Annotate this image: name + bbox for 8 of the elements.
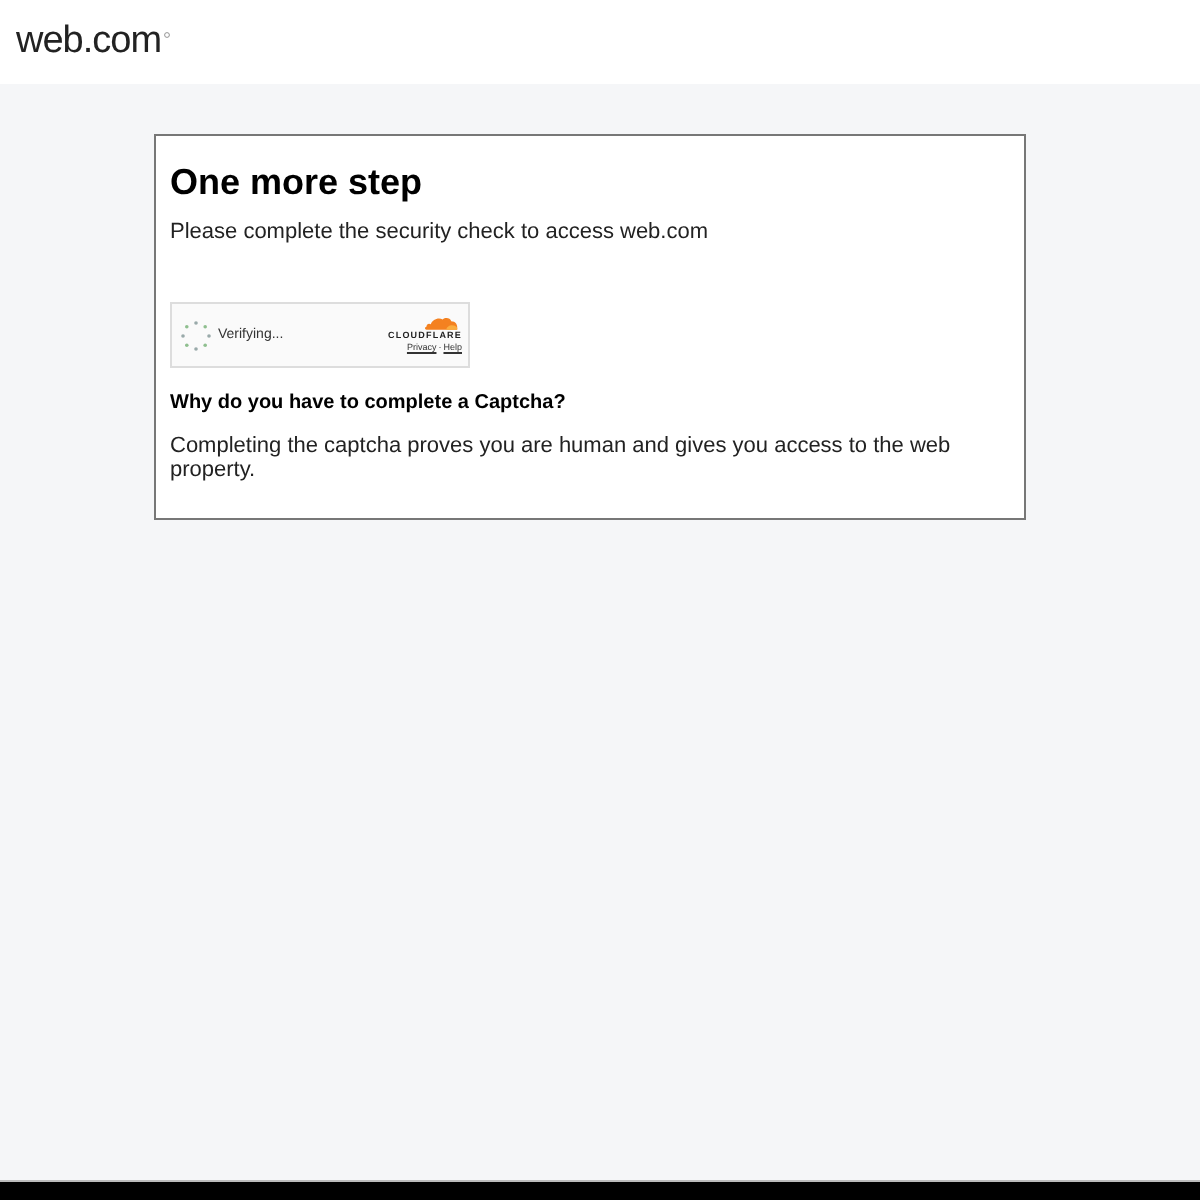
registered-mark-icon — [163, 32, 170, 38]
page-title: One more step — [170, 160, 425, 204]
cloud-icon — [424, 316, 458, 330]
explanation-text: Completing the captcha proves you are human and gives you access to the web property. — [170, 434, 953, 482]
spinner-icon — [180, 319, 212, 351]
question-heading: Why do you have to complete a Captcha? — [170, 390, 568, 416]
site-logo[interactable]: web.com — [16, 20, 162, 64]
instruction-text: Please complete the security check to access web.com — [170, 218, 711, 246]
